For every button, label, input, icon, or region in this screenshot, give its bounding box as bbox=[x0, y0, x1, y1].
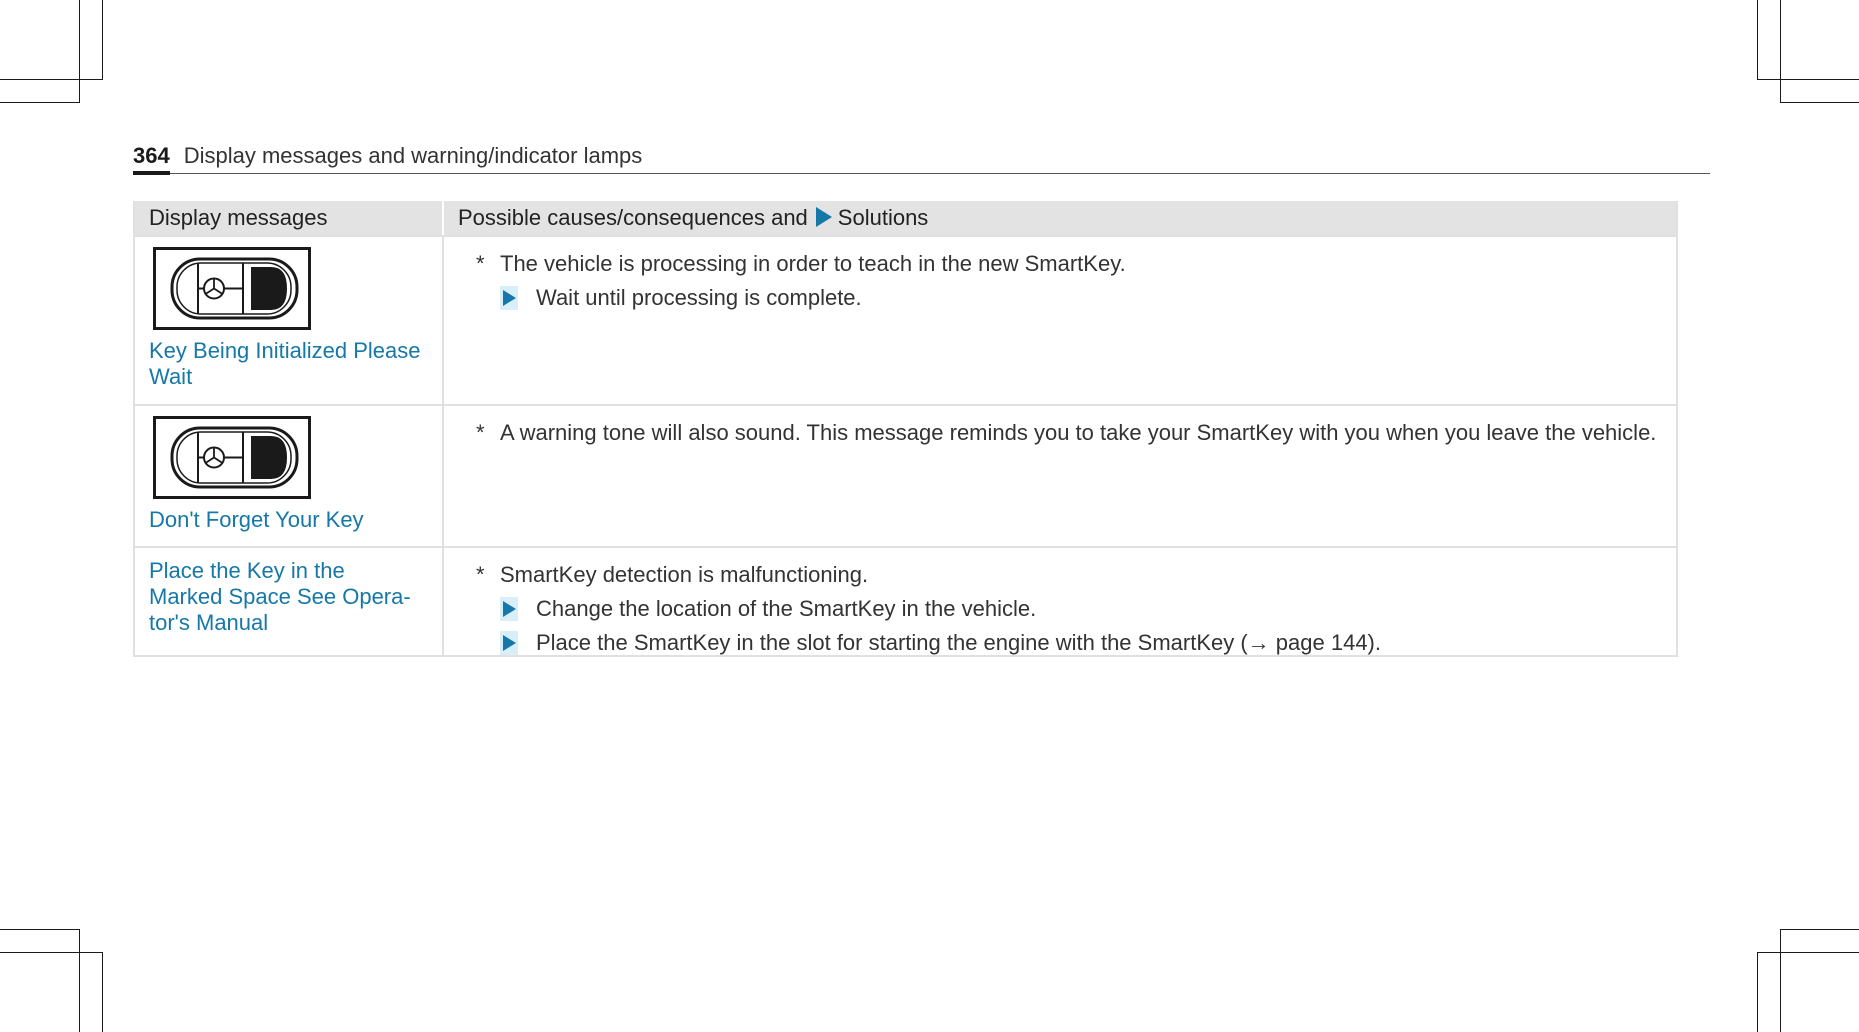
display-message: Key Being Initialized Please Wait bbox=[149, 338, 421, 389]
crop-mark bbox=[102, 0, 103, 80]
crop-mark bbox=[1757, 952, 1859, 953]
display-message-line: Place the Key in the bbox=[149, 558, 345, 583]
solution-arrow-icon bbox=[815, 207, 832, 227]
solution-step: Place the SmartKey in the slot for start… bbox=[500, 626, 1662, 660]
page-header: 364 Display messages and warning/indicat… bbox=[133, 142, 1710, 175]
cause-text: A warning tone will also sound. This mes… bbox=[500, 420, 1657, 445]
causes-cell: * SmartKey detection is malfunctioning. … bbox=[444, 548, 1676, 655]
message-cell: Key Being Initialized Please Wait bbox=[135, 237, 444, 404]
table-header: Display messages Possible causes/consequ… bbox=[135, 201, 1676, 235]
crop-mark bbox=[1780, 0, 1781, 103]
display-messages-table: Display messages Possible causes/consequ… bbox=[133, 201, 1678, 657]
table-row: Place the Key in the Marked Space See Op… bbox=[135, 546, 1676, 655]
cause-item: * SmartKey detection is malfunctioning. bbox=[476, 558, 1662, 592]
crop-mark bbox=[0, 79, 103, 80]
step-text: Place the SmartKey in the slot for start… bbox=[536, 630, 1381, 655]
table-row: Key Being Initialized Please Wait * The … bbox=[135, 235, 1676, 404]
crop-mark bbox=[0, 929, 80, 930]
bullet-asterisk: * bbox=[476, 251, 485, 276]
display-message: Place the Key in the Marked Space See Op… bbox=[149, 558, 428, 636]
cause-item: * A warning tone will also sound. This m… bbox=[476, 416, 1662, 450]
crop-mark bbox=[79, 929, 80, 1032]
crop-mark bbox=[1757, 0, 1758, 80]
page-title: Display messages and warning/indicator l… bbox=[183, 143, 643, 168]
step-arrow-icon bbox=[500, 286, 518, 310]
crop-mark bbox=[102, 952, 103, 1032]
column-header-causes: Possible causes/consequences and Solution… bbox=[444, 201, 1676, 235]
crop-mark bbox=[1780, 102, 1859, 103]
smartkey-icon bbox=[153, 416, 311, 499]
crop-mark bbox=[1757, 79, 1859, 80]
step-arrow-icon bbox=[500, 597, 518, 621]
cause-text: SmartKey detection is malfunctioning. bbox=[500, 562, 869, 587]
page-number: 364 bbox=[133, 142, 170, 175]
step-text: Change the location of the SmartKey in t… bbox=[536, 596, 1037, 621]
solution-step: Change the location of the SmartKey in t… bbox=[500, 592, 1662, 626]
column-header-causes-text: Possible causes/consequences and bbox=[458, 205, 808, 230]
table-row: Don't Forget Your Key * A warning tone w… bbox=[135, 404, 1676, 546]
bullet-asterisk: * bbox=[476, 420, 485, 445]
cause-item: * The vehicle is processing in order to … bbox=[476, 247, 1662, 281]
crop-mark bbox=[1780, 929, 1781, 1032]
causes-cell: * The vehicle is processing in order to … bbox=[444, 237, 1676, 404]
crop-mark bbox=[0, 102, 80, 103]
display-message: Don't Forget Your Key bbox=[149, 507, 364, 532]
display-message-line: tor's Manual bbox=[149, 610, 269, 635]
crop-mark bbox=[0, 952, 103, 953]
crop-mark bbox=[1780, 929, 1859, 930]
crop-mark bbox=[1757, 952, 1758, 1032]
display-message-line: Marked Space See Opera- bbox=[149, 584, 411, 609]
message-cell: Place the Key in the Marked Space See Op… bbox=[135, 548, 444, 655]
step-arrow-icon bbox=[500, 631, 518, 655]
causes-cell: * A warning tone will also sound. This m… bbox=[444, 406, 1676, 546]
cause-text: The vehicle is processing in order to te… bbox=[500, 251, 1126, 276]
smartkey-icon bbox=[153, 247, 311, 330]
message-cell: Don't Forget Your Key bbox=[135, 406, 444, 546]
step-text: Wait until processing is complete. bbox=[536, 285, 862, 310]
column-header-solutions-text: Solutions bbox=[837, 205, 929, 230]
bullet-asterisk: * bbox=[476, 562, 485, 587]
solution-step: Wait until processing is complete. bbox=[500, 281, 1662, 315]
crop-mark bbox=[79, 0, 80, 103]
column-header-display-messages: Display messages bbox=[135, 201, 444, 235]
